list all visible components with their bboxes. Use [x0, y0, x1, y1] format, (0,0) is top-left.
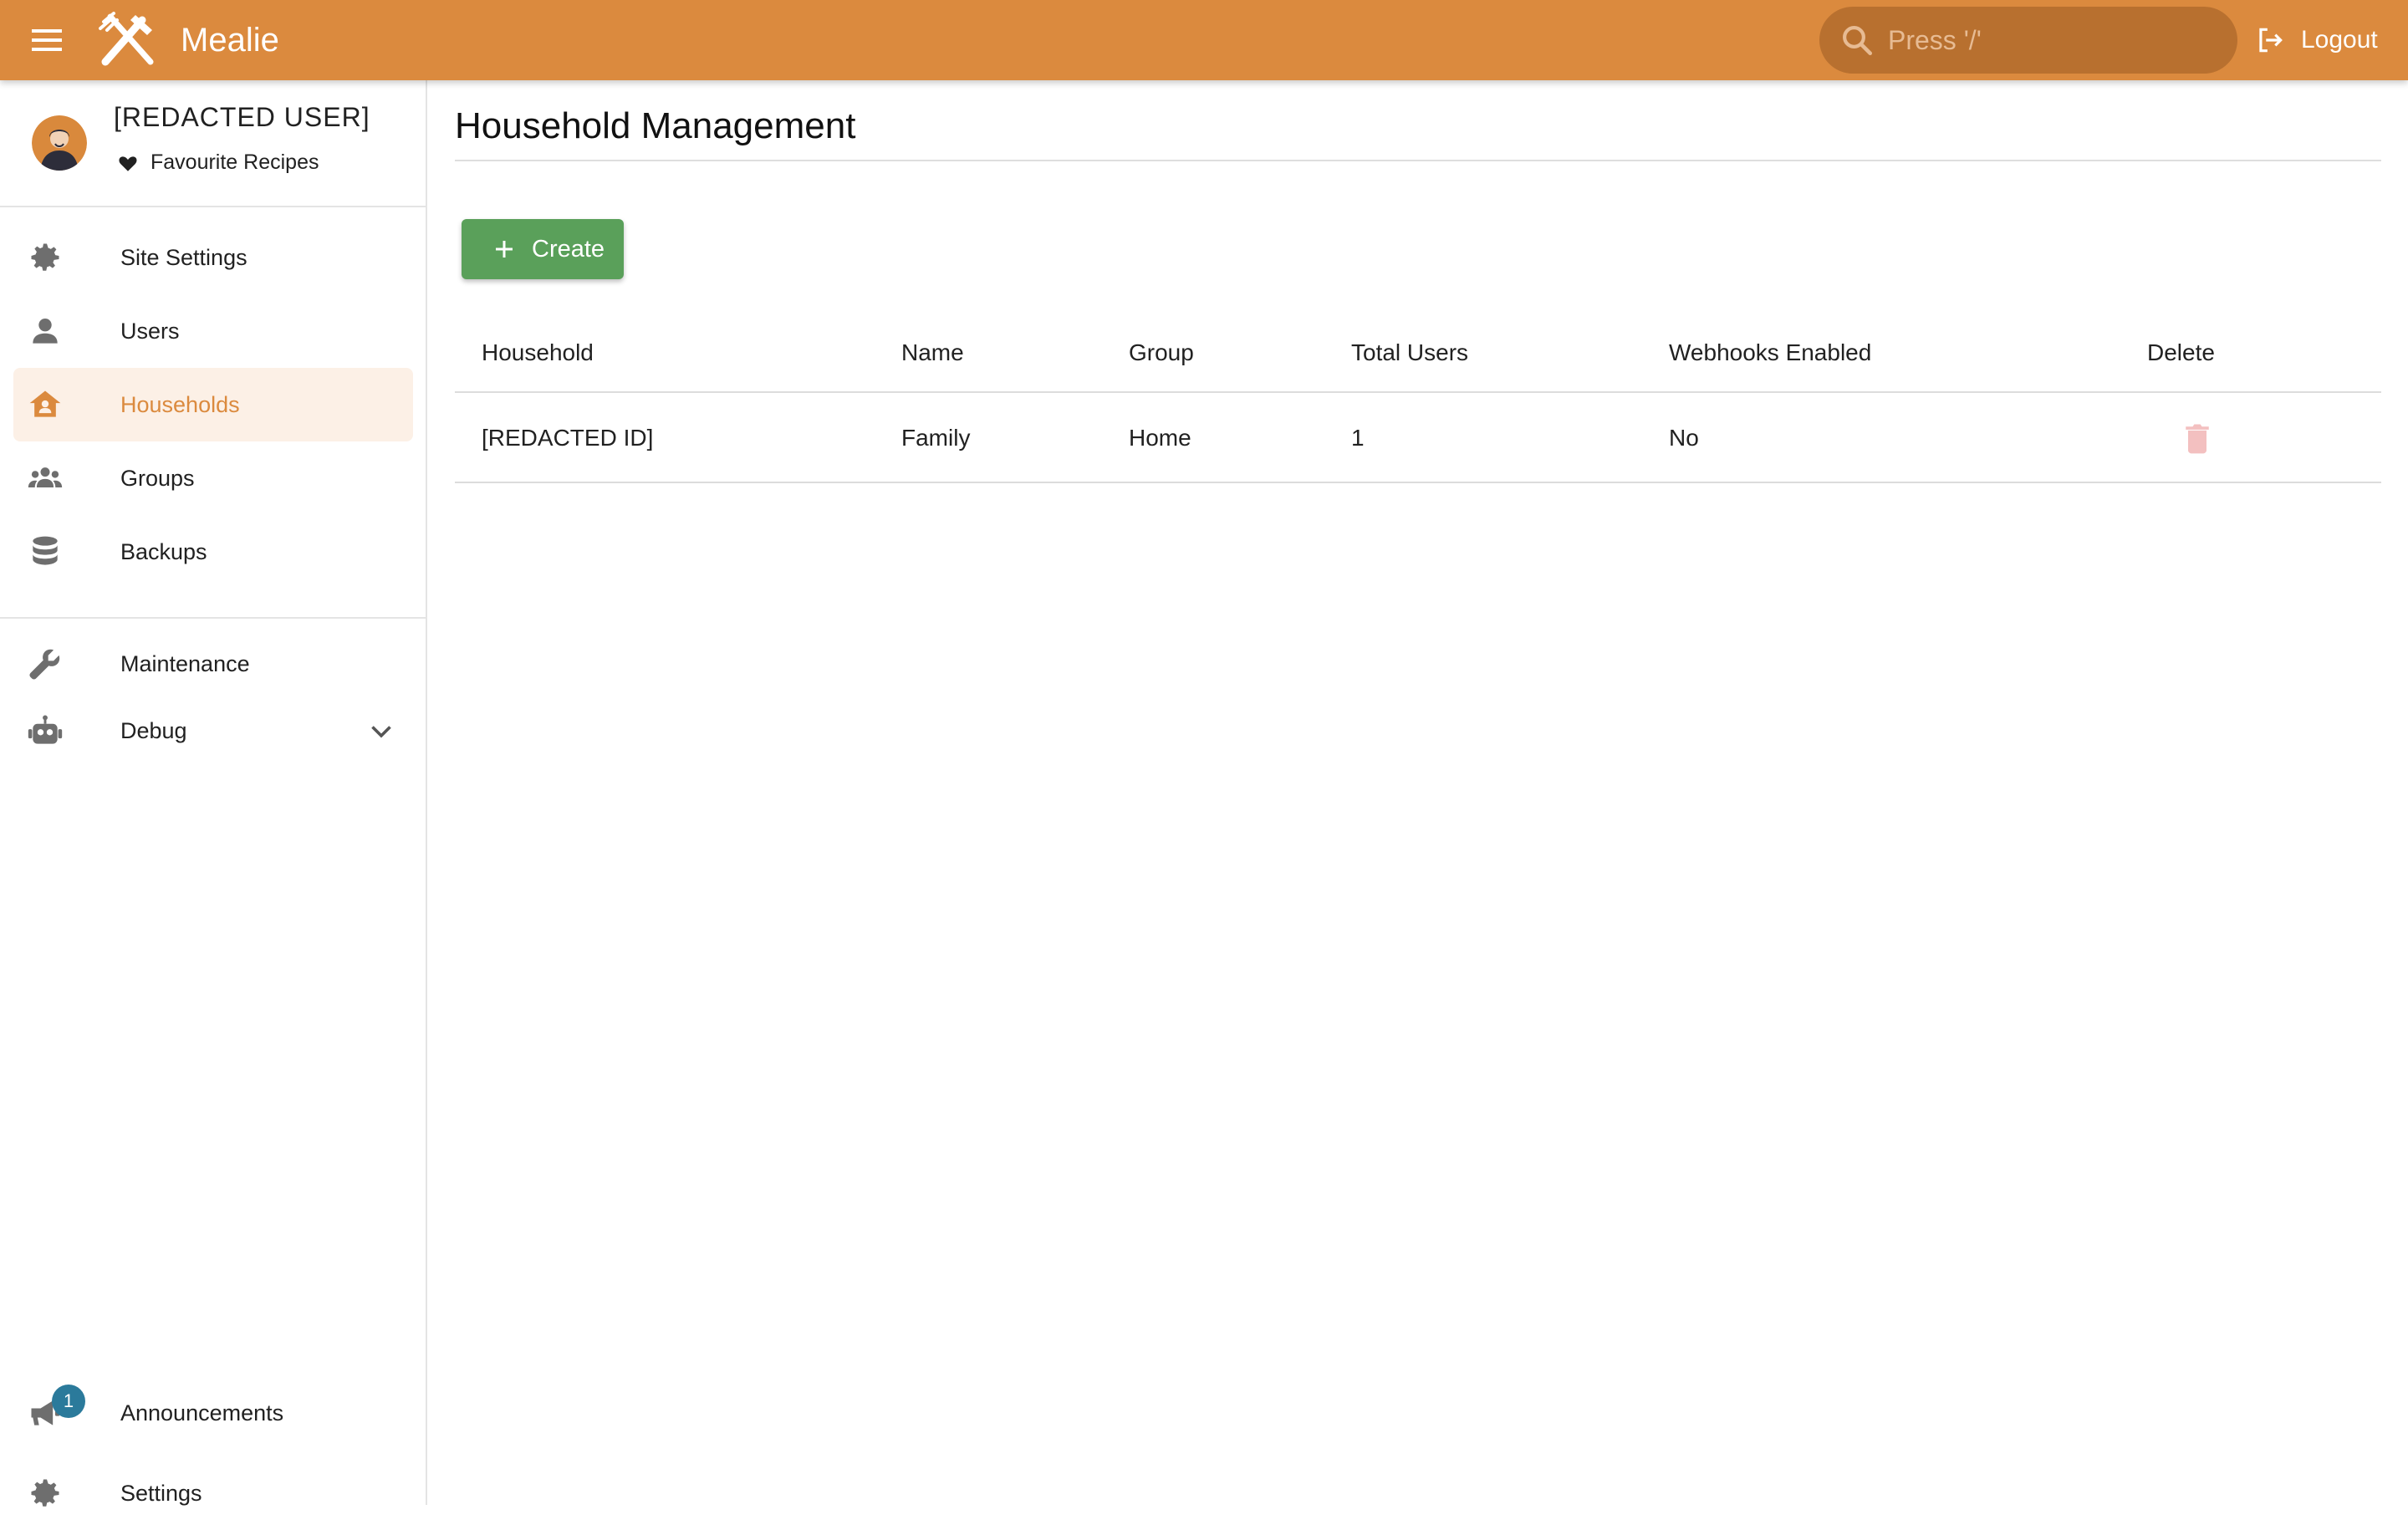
cell-household-id: [REDACTED ID] — [482, 425, 654, 451]
cell-group: Home — [1129, 425, 1191, 451]
sidebar-item-label: Backups — [120, 538, 207, 564]
plus-icon — [496, 241, 513, 258]
households-table: Household Name Group Total Users Webhook… — [455, 314, 2381, 483]
search-box[interactable] — [1819, 7, 2237, 74]
sidebar-item-label: Groups — [120, 465, 195, 491]
sidebar-item-site-settings[interactable]: Site Settings — [13, 221, 413, 294]
sidebar-item-users[interactable]: Users — [13, 294, 413, 368]
column-header-webhooks-enabled[interactable]: Webhooks Enabled — [1669, 339, 1871, 366]
database-icon — [33, 536, 58, 565]
heart-icon — [119, 156, 137, 171]
household-icon — [29, 390, 61, 417]
app-brand-name[interactable]: Mealie — [181, 18, 279, 62]
cell-name: Family — [901, 425, 971, 451]
column-header-household[interactable]: Household — [482, 339, 594, 366]
user-name: [REDACTED USER] — [114, 102, 370, 132]
logout-button[interactable]: Logout — [2254, 18, 2378, 62]
sidebar-divider — [0, 206, 426, 207]
sidebar: [REDACTED USER] Favourite Recipes Site S… — [0, 80, 427, 1507]
sidebar-item-maintenance[interactable]: Maintenance — [13, 627, 413, 701]
sidebar-item-label: Users — [120, 318, 180, 344]
sidebar-item-debug[interactable]: Debug — [13, 694, 413, 768]
page-title: Household Management — [455, 105, 856, 146]
sidebar-item-label: Site Settings — [120, 244, 247, 270]
cell-total-users: 1 — [1351, 425, 1365, 451]
sidebar-item-label: Maintenance — [120, 650, 250, 676]
group-icon — [28, 467, 63, 487]
sidebar-item-label: Announcements — [120, 1400, 284, 1425]
favourite-recipes-label: Favourite Recipes — [150, 150, 319, 174]
app-bar: Mealie Logout — [0, 0, 2408, 80]
robot-icon — [28, 715, 63, 744]
main-content: Household Management Create Household Na… — [426, 80, 2408, 1505]
favourite-recipes-link[interactable]: Favourite Recipes — [117, 150, 319, 175]
search-icon — [1843, 26, 1873, 56]
create-household-button[interactable]: Create — [462, 219, 624, 279]
column-header-name[interactable]: Name — [901, 339, 964, 366]
table-row[interactable]: [REDACTED ID] Family Home 1 No — [455, 393, 2381, 483]
avatar[interactable] — [32, 115, 87, 171]
announcements-badge: 1 — [52, 1385, 85, 1418]
cell-webhooks-enabled: No — [1669, 425, 1699, 451]
wrench-icon — [29, 649, 60, 680]
sidebar-divider — [0, 617, 426, 619]
hamburger-menu-icon — [32, 29, 62, 51]
search-input[interactable] — [1886, 23, 2224, 57]
column-header-total-users[interactable]: Total Users — [1351, 339, 1468, 366]
user-avatar-icon — [32, 115, 87, 171]
table-header: Household Name Group Total Users Webhook… — [455, 314, 2381, 393]
gear-icon — [31, 243, 59, 271]
delete-trash-icon[interactable] — [2179, 420, 2216, 456]
user-icon — [33, 318, 58, 344]
chevron-down-icon[interactable] — [366, 716, 396, 746]
logout-icon — [2259, 28, 2283, 53]
menu-toggle-button[interactable] — [25, 18, 69, 62]
title-divider — [455, 160, 2381, 161]
sidebar-item-groups[interactable]: Groups — [13, 441, 413, 515]
fork-knife-logo-icon[interactable] — [99, 12, 157, 69]
column-header-group[interactable]: Group — [1129, 339, 1194, 366]
column-header-delete: Delete — [2147, 339, 2215, 365]
sidebar-item-announcements[interactable]: 1 Announcements — [13, 1376, 413, 1450]
user-profile: [REDACTED USER] Favourite Recipes — [0, 80, 426, 206]
sidebar-item-households[interactable]: Households — [13, 368, 413, 441]
logout-label: Logout — [2301, 26, 2378, 54]
gear-icon — [31, 1479, 59, 1507]
sidebar-item-label: Debug — [120, 717, 187, 743]
sidebar-item-settings[interactable]: Settings — [13, 1456, 413, 1530]
create-button-label: Create — [532, 235, 605, 263]
sidebar-item-label: Households — [120, 391, 240, 417]
sidebar-item-label: Settings — [120, 1480, 202, 1506]
sidebar-item-backups[interactable]: Backups — [13, 515, 413, 589]
